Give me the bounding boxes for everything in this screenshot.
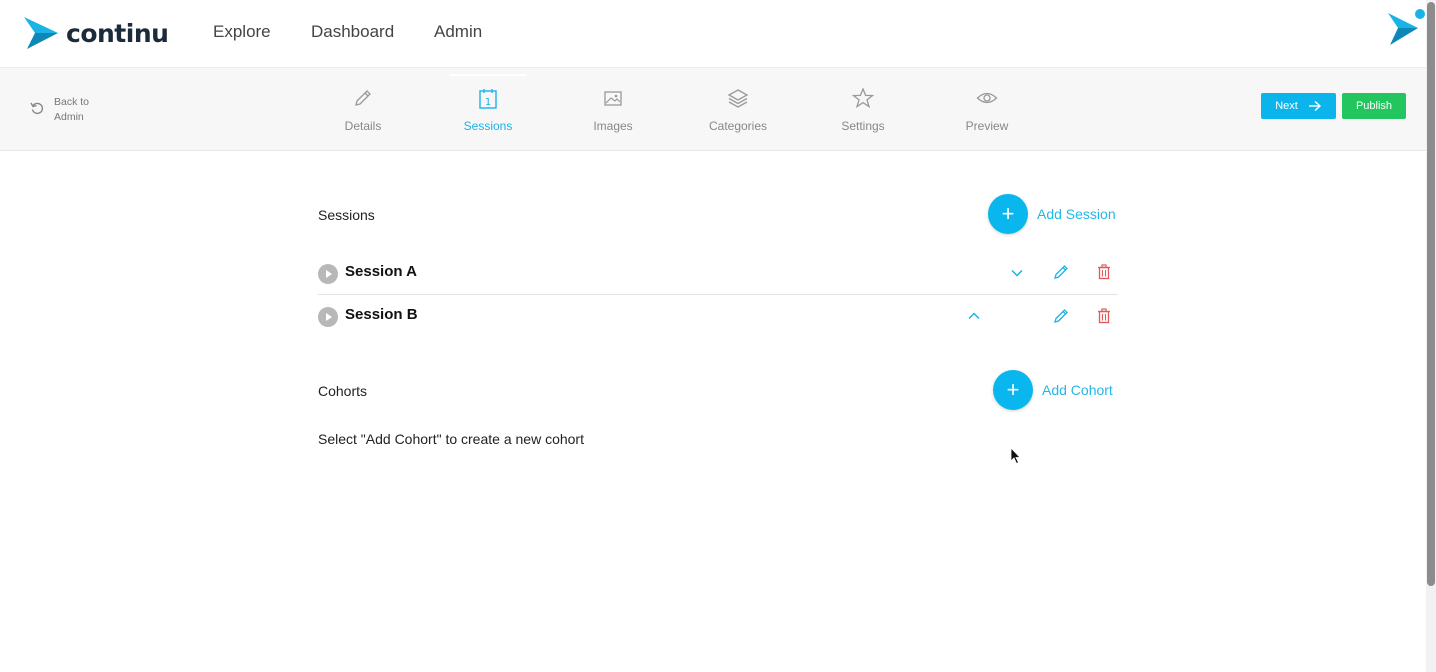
chevron-down-icon[interactable]: [1010, 266, 1024, 280]
add-session-label[interactable]: Add Session: [1037, 206, 1116, 222]
logo-wordmark: continu: [66, 18, 169, 48]
next-button-label: Next: [1275, 100, 1298, 112]
cohorts-heading: Cohorts: [318, 383, 368, 399]
tab-details-label: Details: [344, 119, 382, 133]
nav-dashboard[interactable]: Dashboard: [311, 22, 394, 42]
edit-pencil-icon[interactable]: [1053, 264, 1069, 280]
nav-admin[interactable]: Admin: [434, 22, 482, 42]
session-row: Session A: [318, 252, 1118, 295]
tab-categories[interactable]: Categories: [700, 76, 776, 146]
chevron-up-icon[interactable]: [967, 309, 981, 323]
back-to-admin-button[interactable]: Back to Admin: [30, 95, 104, 125]
publish-button-label: Publish: [1355, 100, 1393, 112]
session-name[interactable]: Session B: [345, 306, 418, 323]
publish-button[interactable]: Publish: [1342, 93, 1406, 119]
tab-preview-label: Preview: [965, 119, 1009, 133]
calendar-day-number: 1: [485, 97, 491, 108]
scrollbar-thumb[interactable]: [1427, 2, 1435, 586]
tab-settings[interactable]: Settings: [825, 76, 901, 146]
top-navigation-bar: continu Explore Dashboard Admin: [0, 0, 1426, 68]
layers-icon: [727, 89, 749, 108]
cohorts-empty-hint: Select "Add Cohort" to create a new coho…: [318, 431, 584, 447]
tab-settings-label: Settings: [841, 119, 885, 133]
calendar-icon: 1: [479, 89, 497, 109]
logo-arrow-icon: [24, 17, 58, 49]
image-icon: [604, 91, 622, 106]
eye-icon: [976, 92, 998, 104]
continu-logo[interactable]: continu: [24, 16, 169, 50]
play-icon[interactable]: [318, 307, 338, 327]
back-to-admin-label: Back to Admin: [54, 96, 90, 123]
trash-icon[interactable]: [1097, 308, 1111, 324]
arrow-right-icon: [1308, 100, 1321, 112]
add-session-button[interactable]: +: [988, 194, 1028, 234]
tab-sessions-label: Sessions: [463, 119, 513, 133]
editor-toolbar: Back to Admin Details 1 Sessions Images …: [0, 68, 1426, 151]
pencil-icon: [355, 90, 371, 106]
mouse-cursor-icon: [1010, 446, 1022, 470]
trash-icon[interactable]: [1097, 264, 1111, 280]
edit-pencil-icon[interactable]: [1053, 308, 1069, 324]
tab-images-label: Images: [593, 119, 633, 133]
nav-explore[interactable]: Explore: [213, 22, 271, 42]
star-icon: [852, 88, 874, 108]
tab-categories-label: Categories: [708, 119, 768, 133]
tab-preview[interactable]: Preview: [949, 76, 1025, 146]
add-cohort-label[interactable]: Add Cohort: [1042, 382, 1113, 398]
next-button[interactable]: Next: [1261, 93, 1336, 119]
tab-images[interactable]: Images: [575, 76, 651, 146]
add-cohort-button[interactable]: +: [993, 370, 1033, 410]
undo-icon: [30, 102, 44, 115]
session-name[interactable]: Session A: [345, 263, 417, 280]
tab-details[interactable]: Details: [325, 76, 401, 146]
session-row: Session B: [318, 295, 1118, 337]
play-icon[interactable]: [318, 264, 338, 284]
corner-logo-icon[interactable]: [1386, 8, 1426, 53]
sessions-heading: Sessions: [318, 207, 375, 223]
tab-sessions[interactable]: 1 Sessions: [450, 74, 526, 146]
